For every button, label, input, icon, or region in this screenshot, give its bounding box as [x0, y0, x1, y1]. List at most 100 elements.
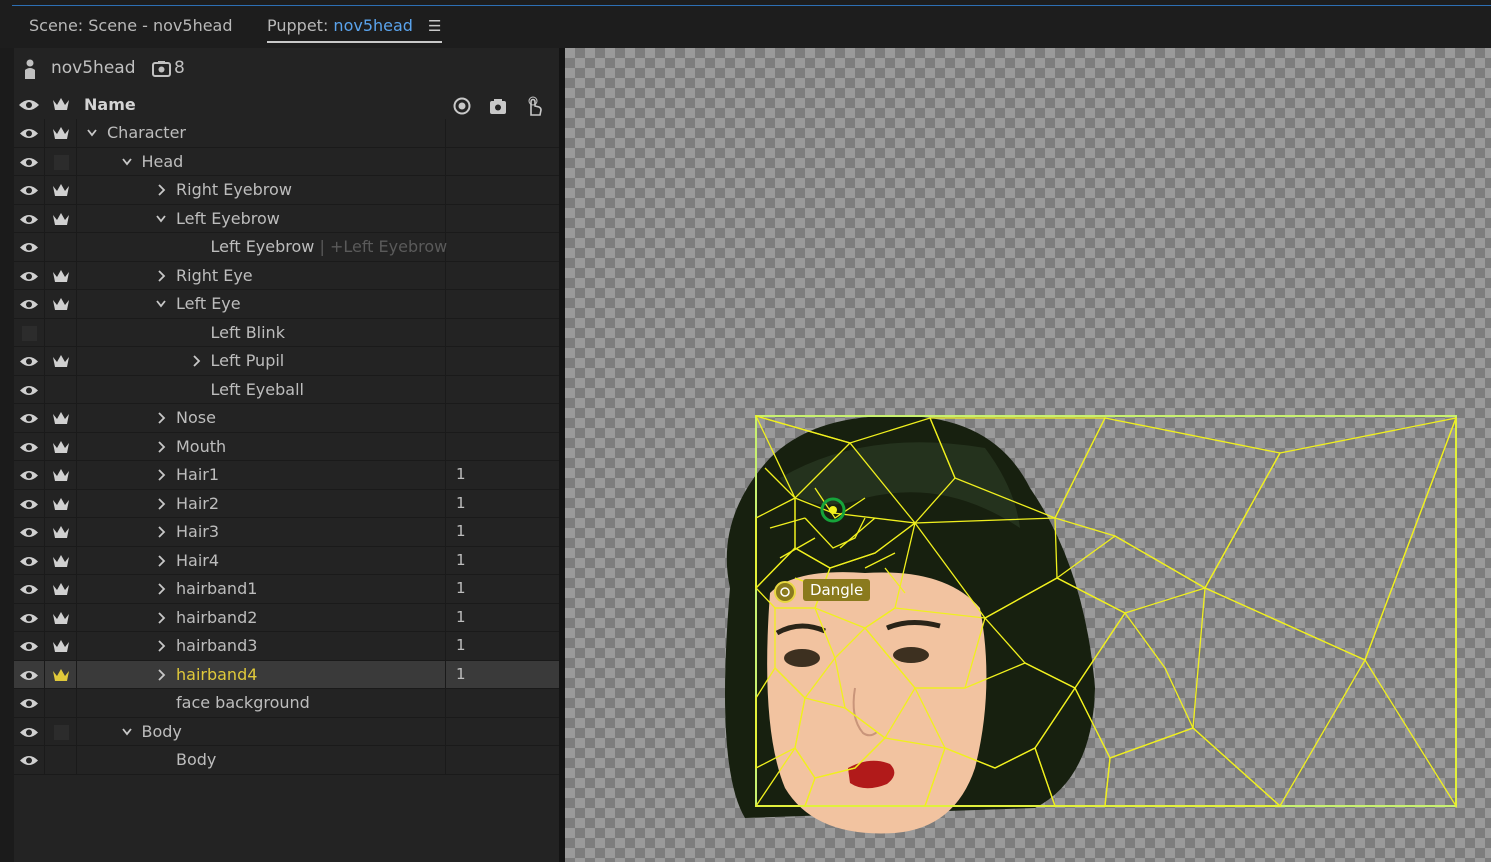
eye-icon[interactable] [19, 156, 39, 169]
crown-cell[interactable] [45, 546, 77, 574]
visibility-cell[interactable] [14, 290, 45, 318]
visibility-cell[interactable] [14, 318, 45, 346]
eye-icon[interactable] [19, 612, 39, 625]
chevron-down-icon[interactable] [156, 213, 166, 225]
layer-name-cell[interactable]: hairband2 [77, 603, 446, 631]
visibility-cell[interactable] [14, 147, 45, 175]
layer-name-cell[interactable]: face background [77, 689, 446, 717]
crown-toggle-off[interactable] [54, 724, 69, 740]
crown-icon[interactable] [52, 524, 70, 540]
crown-icon[interactable] [52, 581, 70, 597]
layer-row[interactable]: Body [14, 717, 559, 746]
layer-name-cell[interactable]: Hair4 [77, 546, 446, 574]
visibility-cell[interactable] [14, 632, 45, 660]
crown-cell[interactable] [45, 233, 77, 261]
camera-column-icon[interactable] [488, 96, 508, 116]
chevron-right-icon[interactable] [191, 355, 201, 367]
layer-name-cell[interactable]: Nose [77, 404, 446, 432]
eye-icon[interactable] [19, 298, 39, 311]
crown-cell[interactable] [45, 746, 77, 774]
layer-row[interactable]: Left Eyeball [14, 375, 559, 404]
crown-icon[interactable] [52, 439, 70, 455]
crown-cell[interactable] [45, 632, 77, 660]
tab-scene[interactable]: Scene: Scene - nov5head [29, 16, 233, 35]
tab-puppet[interactable]: Puppet: nov5head ☰ [267, 16, 442, 43]
crown-cell[interactable] [45, 204, 77, 232]
layer-name-cell[interactable]: Right Eye [77, 261, 446, 289]
layer-name-cell[interactable]: Hair1 [77, 461, 446, 489]
layer-row[interactable]: Left Eyebrow [14, 204, 559, 233]
crown-cell[interactable] [45, 689, 77, 717]
layer-row[interactable]: Hair2 1 [14, 489, 559, 518]
eye-icon[interactable] [19, 640, 39, 653]
eye-icon[interactable] [19, 270, 39, 283]
crown-icon[interactable] [52, 268, 70, 284]
chevron-right-icon[interactable] [156, 526, 166, 538]
layer-row[interactable]: Body [14, 746, 559, 775]
layer-row[interactable]: Mouth [14, 432, 559, 461]
crown-icon[interactable] [52, 496, 70, 512]
chevron-right-icon[interactable] [156, 640, 166, 652]
chevron-down-icon[interactable] [121, 726, 132, 738]
crown-toggle-off[interactable] [54, 154, 69, 170]
crown-cell[interactable] [45, 518, 77, 546]
crown-cell[interactable] [45, 375, 77, 403]
layer-name-cell[interactable]: Character [77, 119, 446, 147]
layer-name-cell[interactable]: Left Pupil [77, 347, 446, 375]
chevron-right-icon[interactable] [156, 184, 166, 196]
layer-name-cell[interactable]: Hair3 [77, 518, 446, 546]
crown-cell[interactable] [45, 147, 77, 175]
visibility-cell[interactable] [14, 432, 45, 460]
eye-icon[interactable] [19, 469, 39, 482]
hidden-toggle[interactable] [22, 325, 37, 341]
layer-name-cell[interactable]: Left Eyebrow | +Left Eyebrow [77, 233, 447, 261]
layer-row[interactable]: hairband2 1 [14, 603, 559, 632]
layer-name-cell[interactable]: Head [77, 147, 446, 175]
layer-row[interactable]: Left Blink [14, 318, 559, 347]
visibility-cell[interactable] [14, 375, 45, 403]
layer-row[interactable]: Hair4 1 [14, 546, 559, 575]
eye-icon[interactable] [19, 669, 39, 682]
eye-icon[interactable] [19, 526, 39, 539]
crown-cell[interactable] [45, 489, 77, 517]
eye-icon[interactable] [19, 241, 39, 254]
crown-icon[interactable] [52, 610, 70, 626]
crown-cell[interactable] [45, 318, 77, 346]
layer-name-cell[interactable]: hairband1 [77, 575, 446, 603]
eye-icon[interactable] [19, 441, 39, 454]
layer-row[interactable]: Hair1 1 [14, 461, 559, 490]
layer-name-cell[interactable]: Left Eye [77, 290, 446, 318]
visibility-cell[interactable] [14, 746, 45, 774]
visibility-cell[interactable] [14, 689, 45, 717]
crown-cell[interactable] [45, 119, 77, 147]
visibility-cell[interactable] [14, 461, 45, 489]
visibility-cell[interactable] [14, 404, 45, 432]
crown-icon[interactable] [52, 182, 70, 198]
crown-cell[interactable] [45, 660, 77, 688]
layer-name-cell[interactable]: Hair2 [77, 489, 446, 517]
crown-icon[interactable] [52, 638, 70, 654]
chevron-down-icon[interactable] [156, 298, 166, 310]
visibility-cell[interactable] [14, 261, 45, 289]
crown-icon[interactable] [52, 296, 70, 312]
crown-icon[interactable] [52, 553, 70, 569]
layer-name-cell[interactable]: Body [77, 717, 446, 745]
layer-row[interactable]: Head [14, 147, 559, 176]
layer-row[interactable]: Left Eye [14, 290, 559, 319]
crown-column-icon[interactable] [52, 96, 70, 112]
layer-row[interactable]: Nose [14, 404, 559, 433]
layer-row[interactable]: Right Eye [14, 261, 559, 290]
eye-icon[interactable] [19, 127, 39, 140]
eye-icon[interactable] [19, 754, 39, 767]
visibility-cell[interactable] [14, 575, 45, 603]
crown-cell[interactable] [45, 290, 77, 318]
eye-icon[interactable] [19, 355, 39, 368]
chevron-right-icon[interactable] [156, 497, 166, 510]
chevron-right-icon[interactable] [156, 611, 166, 624]
layer-name-cell[interactable]: hairband3 [77, 632, 446, 660]
visibility-cell[interactable] [14, 660, 45, 688]
crown-icon[interactable] [52, 467, 70, 483]
hamburger-menu-icon[interactable]: ☰ [428, 17, 441, 35]
visibility-cell[interactable] [14, 546, 45, 574]
layer-row[interactable]: Hair3 1 [14, 518, 559, 547]
